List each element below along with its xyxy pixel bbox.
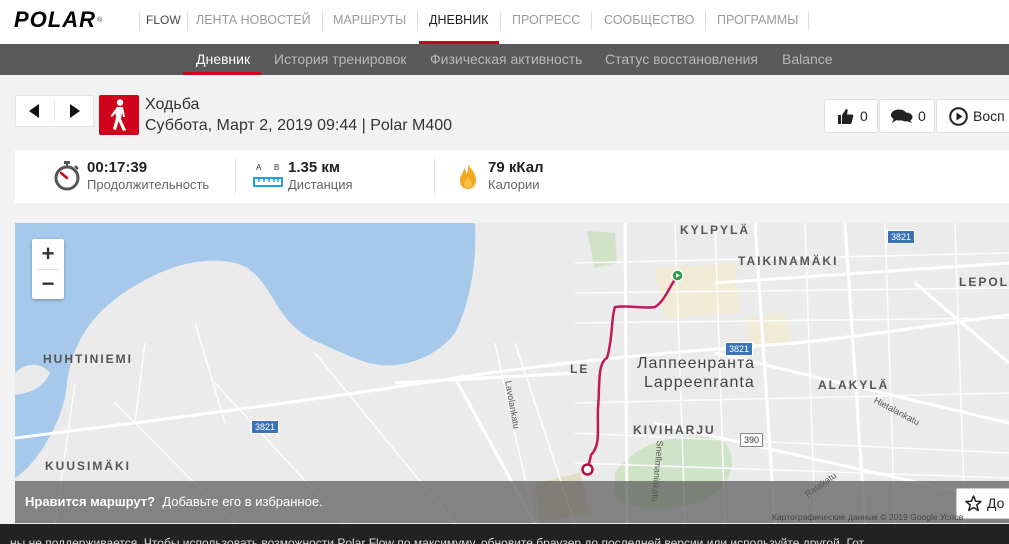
duration-label: Продолжительность bbox=[87, 177, 210, 192]
polar-logo-text: POLAR bbox=[14, 7, 96, 32]
flow-label[interactable]: FLOW bbox=[146, 0, 181, 44]
nav-item-diary[interactable]: ДНЕВНИК bbox=[429, 0, 488, 44]
calories-stat: 79 кКал Калории bbox=[455, 150, 635, 203]
route-end-marker bbox=[581, 463, 594, 476]
next-session-button[interactable] bbox=[55, 96, 93, 126]
map-label-lappeenranta-ru: Лаппеенранта bbox=[637, 355, 756, 372]
map-label-lepola: LEPOL bbox=[959, 275, 1009, 289]
subnav-activity[interactable]: Физическая активность bbox=[430, 44, 582, 75]
subnav-active-indicator bbox=[183, 72, 261, 75]
walking-icon bbox=[110, 99, 126, 131]
comment-button[interactable]: 0 bbox=[879, 99, 935, 133]
duration-value: 00:17:39 bbox=[87, 159, 148, 176]
play-circle-icon bbox=[949, 106, 968, 126]
nav-item-routes[interactable]: МАРШРУТЫ bbox=[333, 0, 406, 44]
map-zoom-controls: + − bbox=[32, 239, 64, 299]
map-label-alakyla: ALAKYLÄ bbox=[818, 378, 890, 392]
route-start-marker bbox=[671, 269, 684, 282]
nav-item-programs[interactable]: ПРОГРАММЫ bbox=[717, 0, 798, 44]
distance-stat: A B 1.35 км Дистанция bbox=[253, 150, 433, 203]
calories-label: Калории bbox=[488, 177, 540, 192]
arrow-left-icon bbox=[29, 104, 39, 118]
like-count: 0 bbox=[860, 108, 868, 124]
thumbs-up-icon bbox=[838, 108, 854, 124]
browser-warning-text: ...ны не поддерживается. Чтобы использов… bbox=[0, 536, 865, 544]
nav-item-progress[interactable]: ПРОГРЕСС bbox=[512, 0, 580, 44]
subnav-training-history[interactable]: История тренировок bbox=[274, 44, 406, 75]
walking-sport-icon bbox=[99, 95, 139, 135]
map-canvas bbox=[15, 223, 1009, 524]
nav-item-community[interactable]: СООБЩЕСТВО bbox=[604, 0, 694, 44]
map-label-huhtiniemi: HUHTINIEMI bbox=[43, 352, 133, 366]
route-map[interactable]: KYLPYLÄ TAIKINAMÄKI LEPOL HUHTINIEMI Лап… bbox=[15, 223, 1009, 524]
comments-icon bbox=[891, 109, 913, 123]
comment-count: 0 bbox=[918, 108, 926, 124]
stopwatch-icon bbox=[54, 161, 80, 191]
road-number-badge: 390 bbox=[740, 433, 764, 447]
add-to-favorites-button[interactable]: До bbox=[956, 488, 1009, 519]
map-label-kylpyla: KYLPYLÄ bbox=[680, 223, 751, 237]
map-label-lepi: LE bbox=[570, 362, 590, 376]
map-label-taikinamaki: TAIKINAMÄKI bbox=[738, 254, 839, 268]
map-attribution: Картографические данные © 2019 Google Ус… bbox=[772, 512, 964, 522]
arrow-right-icon bbox=[70, 104, 80, 118]
like-button[interactable]: 0 bbox=[824, 99, 878, 133]
replay-label: Восп bbox=[973, 108, 1005, 124]
polar-logo[interactable]: POLAR ® bbox=[14, 7, 102, 32]
distance-label: Дистанция bbox=[288, 177, 353, 192]
duration-stat: 00:17:39 Продолжительность bbox=[51, 150, 241, 203]
subnav-recovery-status[interactable]: Статус восстановления bbox=[605, 44, 758, 75]
star-icon bbox=[965, 495, 982, 512]
favorite-prompt: Добавьте его в избранное. bbox=[162, 494, 323, 509]
road-number-badge: 3821 bbox=[887, 230, 916, 244]
road-number-badge: 3821 bbox=[251, 420, 280, 434]
map-label-lappeenranta: Lappeenranta bbox=[644, 374, 755, 391]
session-nav-buttons bbox=[15, 95, 94, 127]
sport-title: Ходьба bbox=[145, 96, 200, 113]
subnav-diary[interactable]: Дневник bbox=[196, 44, 250, 75]
distance-b-label: B bbox=[274, 163, 280, 172]
add-to-favorites-label: До bbox=[987, 495, 1005, 511]
browser-warning-strip: ...ны не поддерживается. Чтобы использов… bbox=[0, 524, 1009, 544]
map-label-kiviharju: KIVIHARJU bbox=[633, 423, 716, 437]
session-datetime: Суббота, Март 2, 2019 09:44 | Polar M400 bbox=[145, 117, 453, 134]
top-navigation: POLAR ® FLOW ЛЕНТА НОВОСТЕЙ МАРШРУТЫ ДНЕВ… bbox=[0, 0, 1009, 44]
replay-button[interactable]: Восп bbox=[936, 99, 1009, 133]
distance-a-label: A bbox=[256, 163, 262, 172]
road-number-badge: 3821 bbox=[725, 342, 754, 356]
favorite-question: Нравится маршрут? bbox=[25, 494, 156, 509]
previous-session-button[interactable] bbox=[16, 96, 54, 126]
sub-navigation: Дневник История тренировок Физическая ак… bbox=[0, 44, 1009, 75]
nav-item-feed[interactable]: ЛЕНТА НОВОСТЕЙ bbox=[196, 0, 311, 44]
calories-value: 79 кКал bbox=[488, 159, 544, 176]
distance-value: 1.35 км bbox=[288, 159, 340, 176]
ruler-icon bbox=[253, 177, 283, 187]
subnav-balance[interactable]: Balance bbox=[782, 44, 833, 75]
flame-icon bbox=[460, 163, 476, 189]
zoom-out-button[interactable]: − bbox=[32, 269, 64, 299]
session-summary: 00:17:39 Продолжительность A B 1.35 км Д… bbox=[15, 150, 1009, 203]
zoom-in-button[interactable]: + bbox=[32, 239, 64, 269]
map-label-kuusimaki: KUUSIMÄKI bbox=[45, 459, 131, 473]
